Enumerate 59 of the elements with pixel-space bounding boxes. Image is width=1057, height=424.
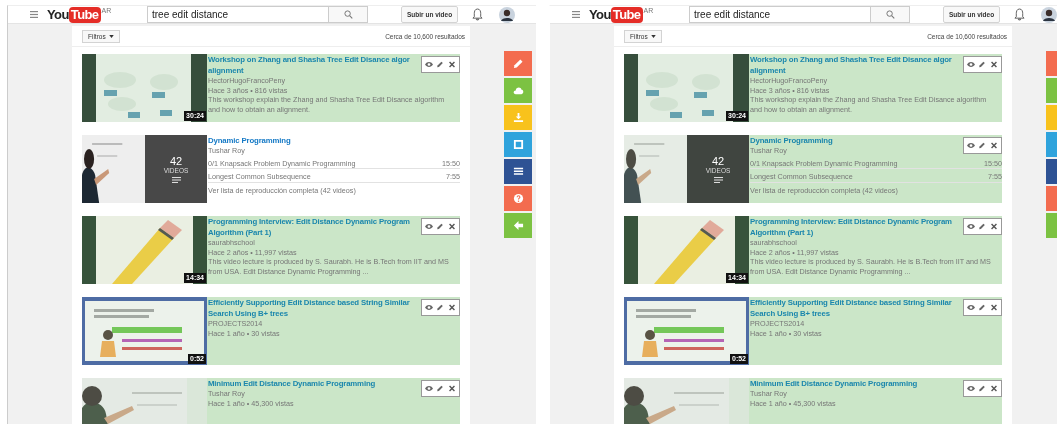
frame-icon	[512, 139, 524, 150]
pencil-icon[interactable]	[436, 223, 445, 230]
menu-icon[interactable]	[572, 11, 580, 18]
list-icon	[713, 177, 723, 183]
bell-icon[interactable]	[1014, 8, 1026, 21]
close-icon[interactable]	[990, 61, 999, 68]
pencil-icon[interactable]	[978, 304, 987, 311]
close-icon[interactable]	[990, 304, 999, 311]
cloud-upload-icon	[512, 85, 524, 96]
pencil-icon[interactable]	[436, 61, 445, 68]
search-icon	[885, 10, 895, 19]
search-field[interactable]: tree edit distance	[689, 6, 871, 23]
help-icon	[512, 193, 524, 204]
close-icon[interactable]	[448, 385, 457, 392]
close-icon[interactable]	[990, 223, 999, 230]
pencil-icon[interactable]	[978, 223, 987, 230]
menu-icon[interactable]	[30, 11, 38, 18]
video-count: 42	[711, 155, 725, 167]
pencil-icon[interactable]	[978, 142, 987, 149]
avatar-icon[interactable]	[1041, 6, 1057, 23]
search-result[interactable]	[82, 54, 460, 122]
search-field[interactable]: tree edit distance	[147, 6, 329, 23]
list-icon	[512, 166, 524, 177]
caret-icon	[650, 34, 656, 38]
eye-icon[interactable]	[966, 61, 975, 68]
pencil-icon[interactable]	[436, 304, 445, 311]
close-icon[interactable]	[990, 385, 999, 392]
logo-badge[interactable]: Tube	[610, 6, 643, 23]
search-result[interactable]	[82, 216, 460, 284]
search-result[interactable]	[624, 54, 1002, 122]
arrow-left-icon	[512, 220, 524, 231]
logo-text[interactable]: You	[589, 6, 611, 23]
eye-icon[interactable]	[424, 61, 433, 68]
pencil-icon	[512, 58, 524, 69]
close-icon[interactable]	[448, 61, 457, 68]
eye-icon[interactable]	[424, 385, 433, 392]
bell-icon[interactable]	[472, 8, 484, 21]
search-icon	[343, 10, 353, 19]
logo-text[interactable]: You	[47, 6, 69, 23]
eye-icon[interactable]	[966, 223, 975, 230]
tool-button[interactable]	[504, 159, 532, 184]
eye-icon[interactable]	[966, 385, 975, 392]
avatar-icon[interactable]	[499, 6, 516, 23]
video-count: 42	[169, 155, 183, 167]
pencil-icon[interactable]	[436, 385, 445, 392]
pencil-icon[interactable]	[978, 385, 987, 392]
search-result[interactable]	[624, 216, 1002, 284]
pencil-icon[interactable]	[978, 61, 987, 68]
eye-icon[interactable]	[424, 304, 433, 311]
download-icon	[512, 112, 524, 123]
eye-icon[interactable]	[966, 304, 975, 311]
caret-icon	[108, 34, 114, 38]
eye-icon[interactable]	[966, 142, 975, 149]
eye-icon[interactable]	[424, 223, 433, 230]
logo-badge[interactable]: Tube	[68, 6, 101, 23]
close-icon[interactable]	[448, 223, 457, 230]
close-icon[interactable]	[448, 304, 457, 311]
list-icon	[171, 177, 181, 183]
close-icon[interactable]	[990, 142, 999, 149]
